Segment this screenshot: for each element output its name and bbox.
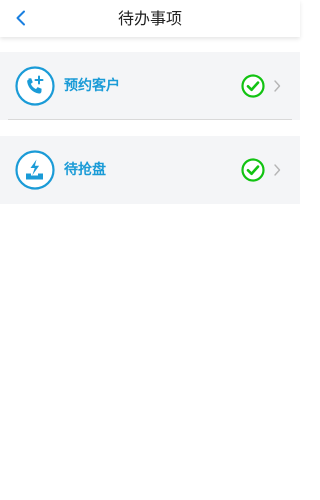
check-circle-icon bbox=[241, 158, 265, 182]
page-title: 待办事项 bbox=[117, 9, 182, 28]
list-item-appointment-customer[interactable]: 预约客户 bbox=[0, 52, 300, 120]
check-circle-icon bbox=[241, 74, 265, 98]
divider bbox=[8, 119, 292, 120]
todo-list: 预约客户 待抢盘 bbox=[0, 37, 300, 500]
list-item-pending-grab[interactable]: 待抢盘 bbox=[0, 136, 300, 204]
list-item-label: 待抢盘 bbox=[64, 162, 106, 178]
chevron-right-icon bbox=[274, 80, 281, 92]
navigation-bar: 待办事项 bbox=[0, 0, 300, 37]
chevron-right-icon bbox=[274, 164, 281, 176]
list-item-label: 预约客户 bbox=[64, 78, 120, 94]
phone-add-icon bbox=[15, 66, 55, 106]
lightning-icon bbox=[15, 150, 55, 190]
